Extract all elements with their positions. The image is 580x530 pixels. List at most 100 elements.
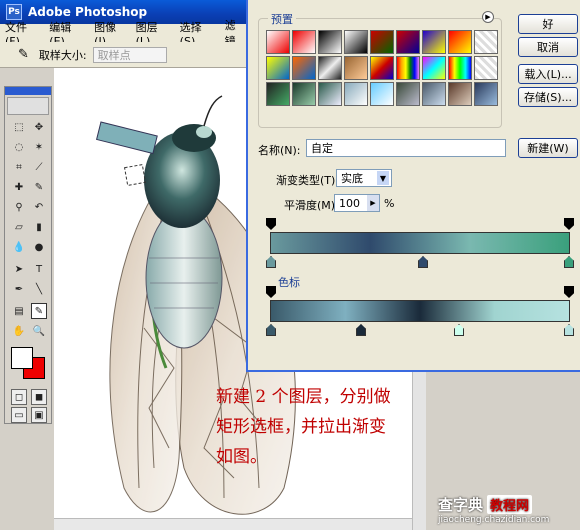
- stamp-tool-icon[interactable]: ⚲: [11, 199, 27, 215]
- gradient-preset-swatch[interactable]: [370, 30, 394, 54]
- color-stop[interactable]: [418, 256, 428, 268]
- gradient-preset-swatch[interactable]: [292, 30, 316, 54]
- gradient-preset-swatch[interactable]: [266, 56, 290, 80]
- gradient-preset-swatch[interactable]: [318, 56, 342, 80]
- load-label: 载入(L)...: [524, 68, 572, 81]
- gradient-tool-icon[interactable]: ▮: [31, 219, 47, 235]
- marquee-tool-icon[interactable]: ⬚: [11, 119, 27, 135]
- crop-tool-icon[interactable]: ⌗: [11, 159, 27, 175]
- gradient-preset-swatch[interactable]: [266, 30, 290, 54]
- horizontal-scrollbar[interactable]: [54, 518, 412, 530]
- gradient-type-select[interactable]: 实底 ▼: [336, 169, 392, 187]
- opacity-stop-right[interactable]: [564, 286, 574, 298]
- healing-brush-tool-icon[interactable]: ✚: [11, 179, 27, 195]
- line-tool-icon[interactable]: ╲: [31, 281, 47, 297]
- gradient-preset-swatch[interactable]: [396, 82, 420, 106]
- gradient-type-label: 渐变类型(T):: [276, 174, 340, 187]
- smoothness-value: 100: [339, 196, 360, 210]
- toolbox-logo: [7, 97, 49, 115]
- gradient-preset-swatch[interactable]: [396, 30, 420, 54]
- lasso-tool-icon[interactable]: ◌: [11, 139, 27, 155]
- gradient-preset-swatch[interactable]: [318, 30, 342, 54]
- presets-label: 预置: [268, 11, 296, 27]
- watermark-site: 查字典: [438, 496, 484, 514]
- history-brush-tool-icon[interactable]: ↶: [31, 199, 47, 215]
- move-tool-icon[interactable]: ✥: [31, 119, 47, 135]
- gradient-preset-swatch[interactable]: [474, 82, 498, 106]
- gradient-preset-swatch[interactable]: [370, 82, 394, 106]
- presets-menu-icon[interactable]: ▶: [482, 11, 494, 23]
- gradient-preview-bar-2[interactable]: [270, 300, 570, 322]
- ok-button[interactable]: 好: [518, 14, 578, 34]
- gradient-preset-swatch[interactable]: [422, 56, 446, 80]
- caption-line: 新建 2 个图层，分别做: [216, 387, 391, 407]
- blur-tool-icon[interactable]: 💧: [11, 239, 27, 255]
- gradient-preset-swatch[interactable]: [344, 30, 368, 54]
- gradient-preset-swatch[interactable]: [370, 56, 394, 80]
- pen-tool-icon[interactable]: ✒: [11, 281, 27, 297]
- gradient-preset-swatch[interactable]: [474, 30, 498, 54]
- dodge-tool-icon[interactable]: ●: [31, 239, 47, 255]
- eraser-tool-icon[interactable]: ▱: [11, 219, 27, 235]
- gradient-preset-swatch[interactable]: [422, 82, 446, 106]
- color-stop[interactable]: [564, 324, 574, 336]
- brush-tool-icon[interactable]: ✎: [31, 179, 47, 195]
- new-button[interactable]: 新建(W): [518, 138, 578, 158]
- smoothness-stepper-icon[interactable]: ▶: [367, 195, 379, 211]
- gradient-type-value: 实底: [341, 172, 363, 185]
- gradient-preset-swatch[interactable]: [422, 30, 446, 54]
- gradient-preset-swatch[interactable]: [448, 30, 472, 54]
- cancel-label: 取消: [537, 41, 559, 54]
- type-tool-icon[interactable]: T: [31, 261, 47, 277]
- color-stop[interactable]: [564, 256, 574, 268]
- gradient-preset-swatch[interactable]: [448, 82, 472, 106]
- color-stop[interactable]: [454, 324, 464, 336]
- zoom-tool-icon[interactable]: 🔍: [31, 323, 47, 339]
- gradient-preset-swatch[interactable]: [396, 56, 420, 80]
- hand-tool-icon[interactable]: ✋: [11, 323, 27, 339]
- save-label: 存储(S)...: [523, 91, 573, 104]
- magic-wand-tool-icon[interactable]: ✶: [31, 139, 47, 155]
- eyedropper-tool-icon[interactable]: ✎: [31, 303, 47, 319]
- path-select-tool-icon[interactable]: ➤: [11, 261, 27, 277]
- quick-mask-mode-icon[interactable]: ◼: [31, 389, 47, 405]
- color-stop[interactable]: [356, 324, 366, 336]
- sample-size-select[interactable]: 取样点: [92, 46, 167, 63]
- sample-size-value: 取样点: [97, 48, 131, 62]
- cancel-button[interactable]: 取消: [518, 37, 578, 57]
- opacity-stop-right[interactable]: [564, 218, 574, 230]
- sample-size-label: 取样大小:: [38, 48, 87, 62]
- opacity-stop-left[interactable]: [266, 286, 276, 298]
- smoothness-label: 平滑度(M):: [284, 199, 339, 212]
- gradient-preset-swatch[interactable]: [344, 82, 368, 106]
- screen-mode-icon[interactable]: ▭: [11, 407, 27, 423]
- load-button[interactable]: 载入(L)...: [518, 64, 578, 84]
- color-stop[interactable]: [266, 324, 276, 336]
- gradient-preset-swatch[interactable]: [292, 56, 316, 80]
- standard-mode-icon[interactable]: ◻: [11, 389, 27, 405]
- eyedropper-option-icon[interactable]: ✎: [18, 47, 29, 62]
- opacity-stop-left[interactable]: [266, 218, 276, 230]
- gradient-preset-swatch[interactable]: [448, 56, 472, 80]
- toolbox: ⬚ ✥ ◌ ✶ ⌗ ⟋ ✚ ✎ ⚲ ↶ ▱ ▮ 💧 ● ➤ T ✒ ╲ ▤ ✎ …: [4, 86, 52, 424]
- app-title: Adobe Photoshop: [28, 5, 148, 19]
- name-value: 自定: [311, 142, 333, 155]
- slice-tool-icon[interactable]: ⟋: [31, 159, 47, 175]
- gradient-preset-swatch[interactable]: [318, 82, 342, 106]
- save-button[interactable]: 存储(S)...: [518, 87, 578, 107]
- name-input[interactable]: 自定: [306, 139, 506, 157]
- jump-to-imageready-icon[interactable]: ▣: [31, 407, 47, 423]
- notes-tool-icon[interactable]: ▤: [11, 303, 27, 319]
- gradient-preset-swatch[interactable]: [266, 82, 290, 106]
- foreground-color-swatch[interactable]: [11, 347, 33, 369]
- gradient-preset-swatch[interactable]: [292, 82, 316, 106]
- color-stops-section-label: 色标: [278, 276, 300, 289]
- name-label: 名称(N):: [258, 144, 301, 157]
- gradient-preset-swatch[interactable]: [474, 56, 498, 80]
- gradient-preset-swatch[interactable]: [344, 56, 368, 80]
- gradient-editor-dialog: 预置 ▶ 好 取消 载入(L)... 存储(S)... 名称(N): 自定 新建…: [246, 0, 580, 372]
- color-stop[interactable]: [266, 256, 276, 268]
- gradient-preview-bar[interactable]: [270, 232, 570, 254]
- caption-line: 如图。: [216, 447, 267, 467]
- smoothness-input[interactable]: 100 ▶: [334, 194, 380, 212]
